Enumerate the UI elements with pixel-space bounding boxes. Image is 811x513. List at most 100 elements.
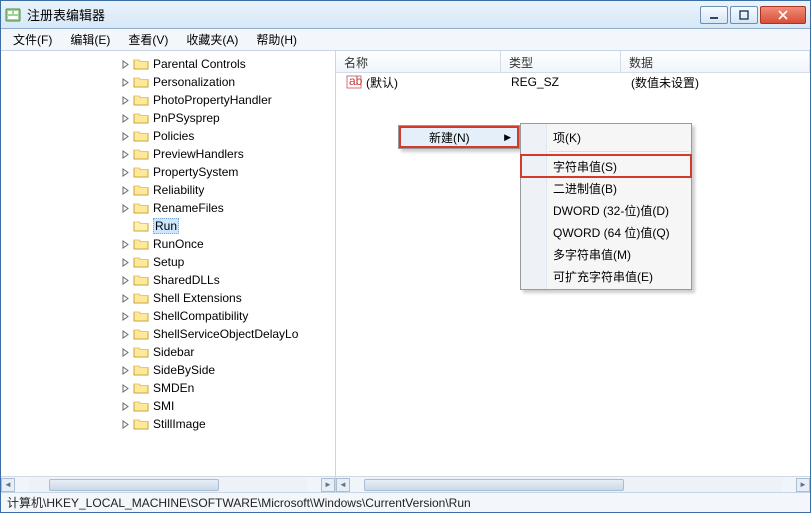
menu-separator bbox=[549, 151, 689, 152]
scroll-left-button[interactable]: ◄ bbox=[1, 478, 15, 492]
tree-item[interactable]: Run bbox=[1, 217, 335, 235]
scroll-track[interactable] bbox=[364, 478, 782, 492]
window: 注册表编辑器 文件(F) 编辑(E) 查看(V) 收藏夹(A) 帮助(H) Pa… bbox=[0, 0, 811, 513]
tree-item-label: Policies bbox=[153, 129, 194, 143]
expander-icon[interactable] bbox=[119, 130, 131, 142]
string-value-icon: ab bbox=[346, 75, 362, 89]
folder-icon bbox=[133, 237, 149, 251]
maximize-button[interactable] bbox=[730, 6, 758, 24]
titlebar: 注册表编辑器 bbox=[1, 1, 810, 29]
submenu-item[interactable]: 项(K) bbox=[521, 126, 691, 148]
expander-icon[interactable] bbox=[119, 58, 131, 70]
menu-file[interactable]: 文件(F) bbox=[5, 29, 60, 50]
expander-icon[interactable] bbox=[119, 274, 131, 286]
expander-icon[interactable] bbox=[119, 328, 131, 340]
close-button[interactable] bbox=[760, 6, 806, 24]
tree-item[interactable]: SMDEn bbox=[1, 379, 335, 397]
tree-item-label: RenameFiles bbox=[153, 201, 224, 215]
list-row[interactable]: ab(默认)REG_SZ(数值未设置) bbox=[336, 73, 810, 91]
expander-icon[interactable] bbox=[119, 202, 131, 214]
expander-icon[interactable] bbox=[119, 364, 131, 376]
scroll-thumb[interactable] bbox=[49, 479, 219, 491]
tree-item[interactable]: Parental Controls bbox=[1, 55, 335, 73]
folder-icon bbox=[133, 57, 149, 71]
folder-icon bbox=[133, 381, 149, 395]
submenu-item[interactable]: 多字符串值(M) bbox=[521, 243, 691, 265]
tree-item[interactable]: Reliability bbox=[1, 181, 335, 199]
tree-item[interactable]: ShellCompatibility bbox=[1, 307, 335, 325]
tree-item-label: SMDEn bbox=[153, 381, 194, 395]
expander-icon[interactable] bbox=[119, 238, 131, 250]
list-hscrollbar[interactable]: ◄ ► bbox=[336, 476, 810, 492]
folder-icon bbox=[133, 309, 149, 323]
expander-icon[interactable] bbox=[119, 400, 131, 412]
expander-icon[interactable] bbox=[119, 94, 131, 106]
submenu-item[interactable]: 字符串值(S) bbox=[521, 155, 691, 177]
tree-item[interactable]: Personalization bbox=[1, 73, 335, 91]
tree-hscrollbar[interactable]: ◄ ► bbox=[1, 476, 335, 492]
folder-icon bbox=[133, 201, 149, 215]
expander-icon[interactable] bbox=[119, 220, 131, 232]
tree-item[interactable]: ShellServiceObjectDelayLo bbox=[1, 325, 335, 343]
expander-icon[interactable] bbox=[119, 382, 131, 394]
menu-favorites[interactable]: 收藏夹(A) bbox=[178, 29, 246, 50]
folder-icon bbox=[133, 183, 149, 197]
main-area: Parental ControlsPersonalization PhotoPro… bbox=[1, 51, 810, 492]
tree-item[interactable]: SMI bbox=[1, 397, 335, 415]
expander-icon[interactable] bbox=[119, 148, 131, 160]
tree-item[interactable]: PreviewHandlers bbox=[1, 145, 335, 163]
menu-view[interactable]: 查看(V) bbox=[120, 29, 176, 50]
scroll-right-button[interactable]: ► bbox=[321, 478, 335, 492]
tree-item[interactable]: PhotoPropertyHandler bbox=[1, 91, 335, 109]
tree-item[interactable]: Setup bbox=[1, 253, 335, 271]
submenu-item[interactable]: 可扩充字符串值(E) bbox=[521, 265, 691, 287]
menu-item-new[interactable]: 新建(N) ▶ bbox=[399, 126, 519, 148]
header-type[interactable]: 类型 bbox=[501, 51, 621, 72]
tree-item-label: StillImage bbox=[153, 417, 206, 431]
tree-item-label: SharedDLLs bbox=[153, 273, 220, 287]
tree-item[interactable]: Sidebar bbox=[1, 343, 335, 361]
tree-item[interactable]: SharedDLLs bbox=[1, 271, 335, 289]
submenu-item[interactable]: DWORD (32-位)值(D) bbox=[521, 199, 691, 221]
header-name[interactable]: 名称 bbox=[336, 51, 501, 72]
tree-item[interactable]: Shell Extensions bbox=[1, 289, 335, 307]
tree-item[interactable]: RunOnce bbox=[1, 235, 335, 253]
expander-icon[interactable] bbox=[119, 256, 131, 268]
scroll-right-button[interactable]: ► bbox=[796, 478, 810, 492]
expander-icon[interactable] bbox=[119, 166, 131, 178]
submenu-item-label: 二进制值(B) bbox=[553, 180, 617, 197]
tree-item-label: PropertySystem bbox=[153, 165, 238, 179]
expander-icon[interactable] bbox=[119, 76, 131, 88]
expander-icon[interactable] bbox=[119, 418, 131, 430]
expander-icon[interactable] bbox=[119, 112, 131, 124]
folder-icon bbox=[133, 417, 149, 431]
folder-icon bbox=[133, 345, 149, 359]
tree-item[interactable]: SideBySide bbox=[1, 361, 335, 379]
list-body[interactable]: ab(默认)REG_SZ(数值未设置) 新建(N) ▶ 项(K) 字符串值(S) 二… bbox=[336, 73, 810, 476]
submenu-item[interactable]: QWORD (64 位)值(Q) bbox=[521, 221, 691, 243]
registry-tree[interactable]: Parental ControlsPersonalization PhotoPro… bbox=[1, 51, 335, 476]
scroll-left-button[interactable]: ◄ bbox=[336, 478, 350, 492]
submenu-item-label: 可扩充字符串值(E) bbox=[553, 268, 653, 285]
expander-icon[interactable] bbox=[119, 292, 131, 304]
tree-item-label: PhotoPropertyHandler bbox=[153, 93, 272, 107]
tree-item[interactable]: Policies bbox=[1, 127, 335, 145]
expander-icon[interactable] bbox=[119, 310, 131, 322]
tree-item[interactable]: PnPSysprep bbox=[1, 109, 335, 127]
tree-item-label: Setup bbox=[153, 255, 184, 269]
tree-item[interactable]: StillImage bbox=[1, 415, 335, 433]
submenu-item-label: 项(K) bbox=[553, 129, 581, 146]
menu-help[interactable]: 帮助(H) bbox=[248, 29, 305, 50]
minimize-button[interactable] bbox=[700, 6, 728, 24]
scroll-thumb[interactable] bbox=[364, 479, 624, 491]
menu-edit[interactable]: 编辑(E) bbox=[62, 29, 118, 50]
folder-icon bbox=[133, 75, 149, 89]
header-data[interactable]: 数据 bbox=[621, 51, 810, 72]
tree-item[interactable]: RenameFiles bbox=[1, 199, 335, 217]
scroll-track[interactable] bbox=[29, 478, 307, 492]
expander-icon[interactable] bbox=[119, 346, 131, 358]
expander-icon[interactable] bbox=[119, 184, 131, 196]
folder-icon bbox=[133, 291, 149, 305]
submenu-item[interactable]: 二进制值(B) bbox=[521, 177, 691, 199]
tree-item[interactable]: PropertySystem bbox=[1, 163, 335, 181]
